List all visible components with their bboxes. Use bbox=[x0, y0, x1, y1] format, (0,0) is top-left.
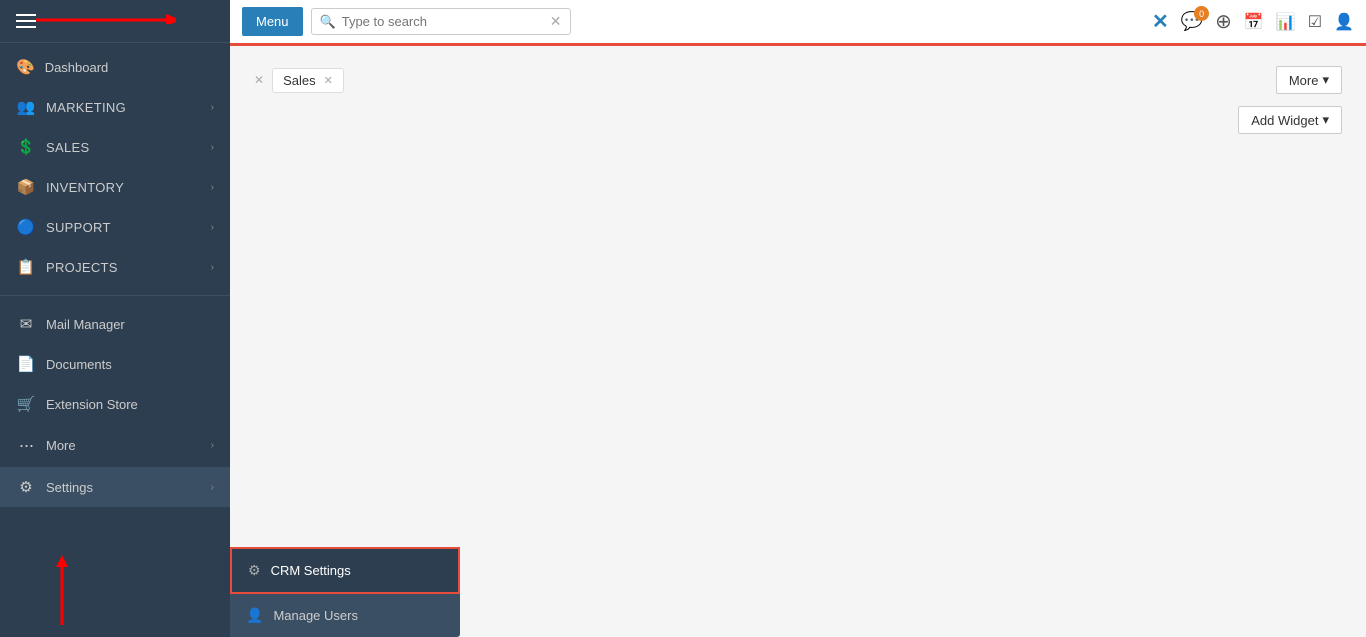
hamburger-menu-icon[interactable] bbox=[16, 14, 36, 28]
sales-icon: 💲 bbox=[16, 138, 36, 156]
support-icon: 🔵 bbox=[16, 218, 36, 236]
sidebar-item-documents[interactable]: 📄 Documents bbox=[0, 344, 230, 384]
chat-icon[interactable]: 💬 0 bbox=[1181, 11, 1203, 32]
tab-sales[interactable]: Sales ✕ bbox=[272, 68, 344, 93]
tab-sales-label: Sales bbox=[283, 73, 316, 88]
sidebar-item-extension-store[interactable]: 🛒 Extension Store bbox=[0, 384, 230, 424]
projects-arrow-icon: › bbox=[211, 262, 214, 273]
add-widget-label: Add Widget bbox=[1251, 113, 1318, 128]
more-dots-icon: ··· bbox=[16, 435, 36, 456]
nav-divider-1 bbox=[0, 295, 230, 296]
sidebar-item-extension-store-label: Extension Store bbox=[46, 397, 214, 412]
notification-badge: 0 bbox=[1194, 6, 1209, 21]
settings-icon: ⚙ bbox=[16, 478, 36, 496]
search-clear-icon[interactable]: ✕ bbox=[550, 13, 562, 30]
chart-icon[interactable]: 📊 bbox=[1276, 12, 1296, 32]
tab-bar: ✕ Sales ✕ More ▾ bbox=[254, 66, 1342, 94]
settings-arrow-icon: › bbox=[211, 482, 214, 493]
inventory-icon: 📦 bbox=[16, 178, 36, 196]
support-arrow-icon: › bbox=[211, 222, 214, 233]
topbar: Menu 🔍 ✕ ✕ 💬 0 ⊕ 📅 📊 bbox=[230, 0, 1366, 46]
sidebar-item-support-label: SUPPORT bbox=[46, 220, 201, 235]
search-input[interactable] bbox=[342, 14, 544, 29]
settings-submenu: ⚙ CRM Settings 👤 Manage Users bbox=[230, 547, 460, 637]
submenu-item-crm-settings[interactable]: ⚙ CRM Settings bbox=[230, 547, 460, 594]
sidebar-item-projects[interactable]: 📋 PROJECTS › bbox=[0, 247, 230, 287]
search-box: 🔍 ✕ bbox=[311, 8, 571, 35]
crm-settings-icon: ⚙ bbox=[248, 562, 261, 579]
extension-store-icon: 🛒 bbox=[16, 395, 36, 413]
sidebar-item-more[interactable]: ··· More › bbox=[0, 424, 230, 467]
search-icon: 🔍 bbox=[320, 14, 336, 30]
sidebar-item-settings-label: Settings bbox=[46, 480, 201, 495]
sidebar-item-settings[interactable]: ⚙ Settings › bbox=[0, 467, 230, 507]
sidebar-item-dashboard-label: Dashboard bbox=[45, 60, 109, 75]
sidebar-item-support[interactable]: 🔵 SUPPORT › bbox=[0, 207, 230, 247]
sidebar-item-marketing-label: MARKETING bbox=[46, 100, 201, 115]
user-icon[interactable]: 👤 bbox=[1334, 12, 1354, 32]
topbar-icons: ✕ 💬 0 ⊕ 📅 📊 ☑ 👤 bbox=[1152, 9, 1354, 34]
sidebar-item-documents-label: Documents bbox=[46, 357, 214, 372]
plus-icon[interactable]: ⊕ bbox=[1215, 9, 1232, 34]
sales-arrow-icon: › bbox=[211, 142, 214, 153]
calendar-icon[interactable]: 📅 bbox=[1244, 12, 1264, 32]
main-content: Menu 🔍 ✕ ✕ 💬 0 ⊕ 📅 📊 bbox=[230, 0, 1366, 637]
submenu-item-crm-settings-label: CRM Settings bbox=[271, 563, 351, 578]
x-icon[interactable]: ✕ bbox=[1152, 9, 1169, 34]
marketing-arrow-icon: › bbox=[211, 102, 214, 113]
more-dropdown-icon: ▾ bbox=[1322, 72, 1329, 88]
marketing-icon: 👥 bbox=[16, 98, 36, 116]
more-button-label: More bbox=[1289, 73, 1319, 88]
tab-close-all-icon[interactable]: ✕ bbox=[254, 73, 264, 87]
check-icon[interactable]: ☑ bbox=[1308, 12, 1322, 32]
dashboard-icon: 🎨 bbox=[16, 58, 35, 76]
inventory-arrow-icon: › bbox=[211, 182, 214, 193]
tab-sales-close-icon[interactable]: ✕ bbox=[324, 74, 333, 87]
add-widget-dropdown-icon: ▾ bbox=[1322, 112, 1329, 128]
submenu-item-manage-users-label: Manage Users bbox=[273, 608, 358, 623]
submenu-item-manage-users[interactable]: 👤 Manage Users bbox=[230, 594, 460, 637]
sidebar-item-projects-label: PROJECTS bbox=[46, 260, 201, 275]
more-button[interactable]: More ▾ bbox=[1276, 66, 1342, 94]
menu-button[interactable]: Menu bbox=[242, 7, 303, 36]
more-arrow-icon: › bbox=[211, 440, 214, 451]
sidebar-item-marketing[interactable]: 👥 MARKETING › bbox=[0, 87, 230, 127]
sidebar-header bbox=[0, 0, 230, 43]
documents-icon: 📄 bbox=[16, 355, 36, 373]
sidebar-item-mail-manager[interactable]: ✉ Mail Manager bbox=[0, 304, 230, 344]
manage-users-icon: 👤 bbox=[246, 607, 263, 624]
sidebar: 🎨 Dashboard 👥 MARKETING › 💲 SALES › 📦 IN… bbox=[0, 0, 230, 637]
sidebar-item-inventory[interactable]: 📦 INVENTORY › bbox=[0, 167, 230, 207]
sidebar-item-inventory-label: INVENTORY bbox=[46, 180, 201, 195]
sidebar-item-sales[interactable]: 💲 SALES › bbox=[0, 127, 230, 167]
add-widget-button[interactable]: Add Widget ▾ bbox=[1238, 106, 1342, 134]
sidebar-item-dashboard[interactable]: 🎨 Dashboard bbox=[0, 47, 230, 87]
sidebar-item-more-label: More bbox=[46, 438, 201, 453]
projects-icon: 📋 bbox=[16, 258, 36, 276]
mail-manager-icon: ✉ bbox=[16, 315, 36, 333]
sidebar-item-mail-manager-label: Mail Manager bbox=[46, 317, 214, 332]
sidebar-item-sales-label: SALES bbox=[46, 140, 201, 155]
sidebar-nav: 🎨 Dashboard 👥 MARKETING › 💲 SALES › 📦 IN… bbox=[0, 43, 230, 637]
